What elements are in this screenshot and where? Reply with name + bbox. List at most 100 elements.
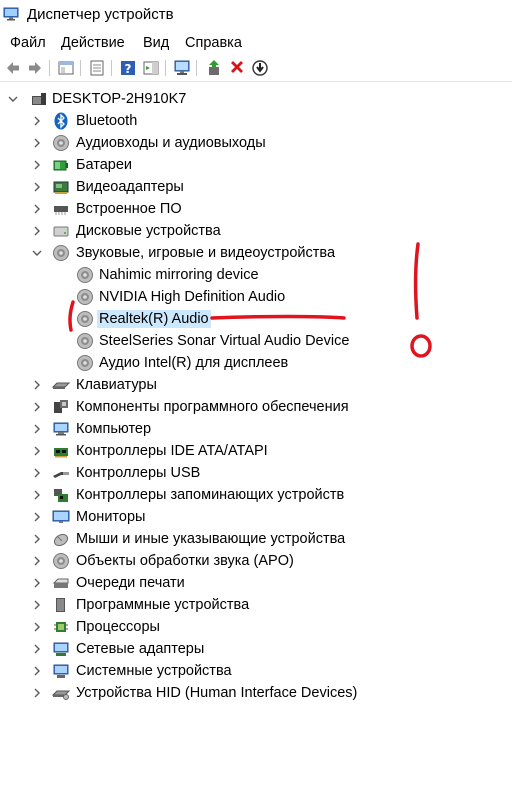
tree-child-nvidia[interactable]: NVIDIA High Definition Audio xyxy=(0,286,512,308)
collapsed-chevron-icon[interactable] xyxy=(30,487,44,503)
speaker-icon xyxy=(76,354,94,372)
tree-item-label: Встроенное ПО xyxy=(76,201,182,217)
tree-child-label: Nahimic mirroring device xyxy=(99,267,259,283)
collapsed-chevron-icon[interactable] xyxy=(30,113,44,129)
tree-child-intel-audio[interactable]: Аудио Intel(R) для дисплеев xyxy=(0,352,512,374)
scan-hardware-icon[interactable] xyxy=(173,59,191,77)
menu-view[interactable]: Вид xyxy=(143,34,169,52)
properties-icon[interactable] xyxy=(88,59,106,77)
tree-item-label: Сетевые адаптеры xyxy=(76,641,205,657)
usb-icon xyxy=(52,464,70,482)
firmware-icon xyxy=(52,200,70,218)
tree-item-mice[interactable]: Мыши и иные указывающие устройства xyxy=(0,528,512,550)
tree-item-storage-controllers[interactable]: Контроллеры запоминающих устройств xyxy=(0,484,512,506)
tree-item-label: Аудиовходы и аудиовыходы xyxy=(76,135,266,151)
disable-device-icon[interactable] xyxy=(251,59,269,77)
battery-icon xyxy=(52,156,70,174)
tree-item-disk-drives[interactable]: Дисковые устройства xyxy=(0,220,512,242)
tree-item-computer[interactable]: Компьютер xyxy=(0,418,512,440)
tree-item-ide-controllers[interactable]: Контроллеры IDE ATA/ATAPI xyxy=(0,440,512,462)
toolbar-separator xyxy=(80,60,81,76)
tree-item-system-devices[interactable]: Системные устройства xyxy=(0,660,512,682)
collapsed-chevron-icon[interactable] xyxy=(30,663,44,679)
toolbar: ? xyxy=(0,56,512,82)
collapsed-chevron-icon[interactable] xyxy=(30,509,44,525)
tree-item-network-adapters[interactable]: Сетевые адаптеры xyxy=(0,638,512,660)
speaker-icon xyxy=(52,552,70,570)
tree-item-software-components[interactable]: Компоненты программного обеспечения xyxy=(0,396,512,418)
tree-item-batteries[interactable]: Батареи xyxy=(0,154,512,176)
window-title: Диспетчер устройств xyxy=(27,6,174,23)
tree-child-realtek[interactable]: Realtek(R) Audio xyxy=(0,308,512,330)
tree-item-label: Дисковые устройства xyxy=(76,223,221,239)
toolbar-separator xyxy=(49,60,50,76)
menu-help[interactable]: Справка xyxy=(185,34,242,52)
tree-item-hid[interactable]: Устройства HID (Human Interface Devices) xyxy=(0,682,512,704)
collapsed-chevron-icon[interactable] xyxy=(30,399,44,415)
tree-item-label: Процессоры xyxy=(76,619,160,635)
tree-item-usb-controllers[interactable]: Контроллеры USB xyxy=(0,462,512,484)
tree-item-processors[interactable]: Процессоры xyxy=(0,616,512,638)
collapsed-chevron-icon[interactable] xyxy=(30,531,44,547)
expanded-chevron-icon[interactable] xyxy=(6,91,20,107)
collapsed-chevron-icon[interactable] xyxy=(30,641,44,657)
tree-item-label: Системные устройства xyxy=(76,663,232,679)
tree-child-nahimic[interactable]: Nahimic mirroring device xyxy=(0,264,512,286)
tree-item-bluetooth[interactable]: Bluetooth xyxy=(0,110,512,132)
tree-item-label: Контроллеры запоминающих устройств xyxy=(76,487,345,503)
tree-item-label: Звуковые, игровые и видеоустройства xyxy=(76,245,336,261)
help-icon[interactable]: ? xyxy=(119,59,137,77)
tree-child-label: NVIDIA High Definition Audio xyxy=(99,289,286,305)
collapsed-chevron-icon[interactable] xyxy=(30,597,44,613)
disk-drive-icon xyxy=(52,222,70,240)
tree-item-print-queues[interactable]: Очереди печати xyxy=(0,572,512,594)
back-arrow-icon[interactable] xyxy=(4,59,22,77)
speaker-icon xyxy=(52,244,70,262)
svg-text:?: ? xyxy=(125,62,132,76)
collapsed-chevron-icon[interactable] xyxy=(30,223,44,239)
processor-icon xyxy=(52,618,70,636)
tree-item-display-adapters[interactable]: Видеоадаптеры xyxy=(0,176,512,198)
computer-icon xyxy=(52,420,70,438)
tree-item-apo[interactable]: Объекты обработки звука (APO) xyxy=(0,550,512,572)
collapsed-chevron-icon[interactable] xyxy=(30,157,44,173)
expanded-chevron-icon[interactable] xyxy=(30,245,44,261)
tree-child-label: SteelSeries Sonar Virtual Audio Device xyxy=(99,333,350,349)
tree-item-label: Очереди печати xyxy=(76,575,185,591)
toolbar-separator xyxy=(165,60,166,76)
collapsed-chevron-icon[interactable] xyxy=(30,685,44,701)
ide-controller-icon xyxy=(52,442,70,460)
action-pane-icon[interactable] xyxy=(142,59,160,77)
tree-child-steelseries[interactable]: SteelSeries Sonar Virtual Audio Device xyxy=(0,330,512,352)
collapsed-chevron-icon[interactable] xyxy=(30,377,44,393)
tree-child-label: Аудио Intel(R) для дисплеев xyxy=(99,355,289,371)
tree-item-keyboards[interactable]: Клавиатуры xyxy=(0,374,512,396)
tree-item-label: Мыши и иные указывающие устройства xyxy=(76,531,346,547)
computer-icon xyxy=(30,90,48,108)
tree-item-firmware[interactable]: Встроенное ПО xyxy=(0,198,512,220)
tree-item-monitors[interactable]: Мониторы xyxy=(0,506,512,528)
collapsed-chevron-icon[interactable] xyxy=(30,201,44,217)
tree-item-software-devices[interactable]: Программные устройства xyxy=(0,594,512,616)
tree-root[interactable]: DESKTOP-2H910K7 xyxy=(0,88,512,110)
menu-action[interactable]: Действие xyxy=(61,34,125,52)
collapsed-chevron-icon[interactable] xyxy=(30,179,44,195)
speaker-icon xyxy=(76,332,94,350)
collapsed-chevron-icon[interactable] xyxy=(30,465,44,481)
show-hide-console-tree-icon[interactable] xyxy=(57,59,75,77)
collapsed-chevron-icon[interactable] xyxy=(30,553,44,569)
tree-item-label: Устройства HID (Human Interface Devices) xyxy=(76,685,358,701)
forward-arrow-icon[interactable] xyxy=(26,59,44,77)
tree-item-audio-io[interactable]: Аудиовходы и аудиовыходы xyxy=(0,132,512,154)
uninstall-device-icon[interactable] xyxy=(228,59,246,77)
collapsed-chevron-icon[interactable] xyxy=(30,443,44,459)
collapsed-chevron-icon[interactable] xyxy=(30,135,44,151)
toolbar-separator xyxy=(111,60,112,76)
collapsed-chevron-icon[interactable] xyxy=(30,421,44,437)
update-driver-icon[interactable] xyxy=(205,59,223,77)
tree-item-sound-video-game[interactable]: Звуковые, игровые и видеоустройства xyxy=(0,242,512,264)
collapsed-chevron-icon[interactable] xyxy=(30,575,44,591)
tree-item-label: Видеоадаптеры xyxy=(76,179,184,195)
collapsed-chevron-icon[interactable] xyxy=(30,619,44,635)
menu-file[interactable]: Файл xyxy=(10,34,46,52)
